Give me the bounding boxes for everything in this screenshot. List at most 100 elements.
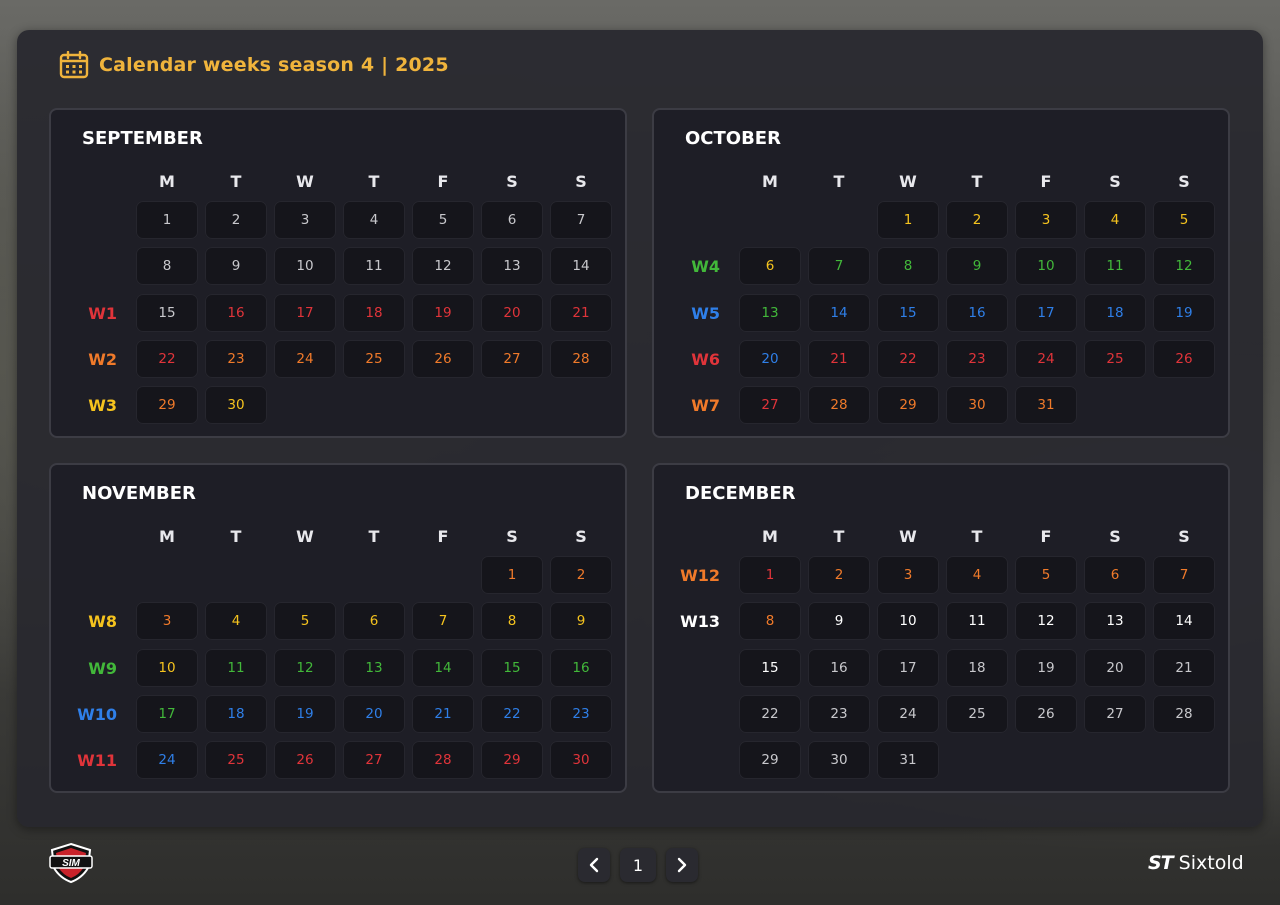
day-cell[interactable]: 2 bbox=[205, 201, 267, 239]
day-cell[interactable]: 4 bbox=[946, 556, 1008, 594]
day-cell[interactable]: 8 bbox=[136, 247, 198, 286]
day-cell[interactable]: 16 bbox=[946, 293, 1008, 332]
day-cell[interactable]: 11 bbox=[205, 648, 267, 687]
day-cell[interactable]: 6 bbox=[481, 201, 543, 239]
day-cell[interactable]: 17 bbox=[877, 648, 939, 687]
day-cell[interactable]: 25 bbox=[946, 694, 1008, 733]
day-cell[interactable]: 15 bbox=[739, 648, 801, 687]
day-cell[interactable]: 22 bbox=[136, 339, 198, 378]
day-cell[interactable]: 28 bbox=[1153, 694, 1215, 733]
day-cell[interactable]: 14 bbox=[1153, 602, 1215, 641]
day-cell[interactable]: 18 bbox=[343, 293, 405, 332]
day-cell[interactable]: 23 bbox=[205, 339, 267, 378]
day-cell[interactable]: 23 bbox=[550, 694, 612, 733]
day-cell[interactable]: 6 bbox=[739, 247, 801, 286]
day-cell[interactable]: 5 bbox=[1153, 201, 1215, 239]
day-cell[interactable]: 13 bbox=[739, 293, 801, 332]
day-cell[interactable]: 30 bbox=[205, 386, 267, 425]
day-cell[interactable]: 18 bbox=[946, 648, 1008, 687]
day-cell[interactable]: 10 bbox=[877, 602, 939, 641]
day-cell[interactable]: 19 bbox=[1153, 293, 1215, 332]
day-cell[interactable]: 2 bbox=[946, 201, 1008, 239]
day-cell[interactable]: 20 bbox=[739, 339, 801, 378]
day-cell[interactable]: 28 bbox=[550, 339, 612, 378]
day-cell[interactable]: 26 bbox=[1015, 694, 1077, 733]
day-cell[interactable]: 8 bbox=[877, 247, 939, 286]
day-cell[interactable]: 15 bbox=[481, 648, 543, 687]
day-cell[interactable]: 4 bbox=[343, 201, 405, 239]
day-cell[interactable]: 16 bbox=[550, 648, 612, 687]
day-cell[interactable]: 15 bbox=[877, 293, 939, 332]
day-cell[interactable]: 3 bbox=[1015, 201, 1077, 239]
day-cell[interactable]: 1 bbox=[136, 201, 198, 239]
day-cell[interactable]: 29 bbox=[481, 741, 543, 780]
day-cell[interactable]: 21 bbox=[808, 339, 870, 378]
day-cell[interactable]: 28 bbox=[412, 741, 474, 780]
day-cell[interactable]: 19 bbox=[1015, 648, 1077, 687]
day-cell[interactable]: 17 bbox=[136, 694, 198, 733]
day-cell[interactable]: 11 bbox=[1084, 247, 1146, 286]
day-cell[interactable]: 1 bbox=[739, 556, 801, 594]
day-cell[interactable]: 24 bbox=[877, 694, 939, 733]
day-cell[interactable]: 24 bbox=[136, 741, 198, 780]
day-cell[interactable]: 27 bbox=[481, 339, 543, 378]
day-cell[interactable]: 3 bbox=[136, 602, 198, 641]
day-cell[interactable]: 28 bbox=[808, 386, 870, 425]
next-page-button[interactable] bbox=[666, 848, 698, 882]
day-cell[interactable]: 16 bbox=[808, 648, 870, 687]
day-cell[interactable]: 5 bbox=[412, 201, 474, 239]
day-cell[interactable]: 7 bbox=[412, 602, 474, 641]
day-cell[interactable]: 13 bbox=[343, 648, 405, 687]
day-cell[interactable]: 22 bbox=[739, 694, 801, 733]
day-cell[interactable]: 20 bbox=[1084, 648, 1146, 687]
day-cell[interactable]: 20 bbox=[343, 694, 405, 733]
day-cell[interactable]: 27 bbox=[739, 386, 801, 425]
day-cell[interactable]: 26 bbox=[274, 741, 336, 780]
day-cell[interactable]: 27 bbox=[343, 741, 405, 780]
day-cell[interactable]: 29 bbox=[136, 386, 198, 425]
day-cell[interactable]: 31 bbox=[877, 741, 939, 780]
day-cell[interactable]: 14 bbox=[550, 247, 612, 286]
day-cell[interactable]: 9 bbox=[946, 247, 1008, 286]
day-cell[interactable]: 13 bbox=[1084, 602, 1146, 641]
day-cell[interactable]: 12 bbox=[274, 648, 336, 687]
day-cell[interactable]: 26 bbox=[1153, 339, 1215, 378]
day-cell[interactable]: 29 bbox=[739, 741, 801, 780]
day-cell[interactable]: 24 bbox=[274, 339, 336, 378]
day-cell[interactable]: 23 bbox=[808, 694, 870, 733]
day-cell[interactable]: 14 bbox=[412, 648, 474, 687]
day-cell[interactable]: 29 bbox=[877, 386, 939, 425]
day-cell[interactable]: 17 bbox=[274, 293, 336, 332]
day-cell[interactable]: 16 bbox=[205, 293, 267, 332]
day-cell[interactable]: 10 bbox=[274, 247, 336, 286]
day-cell[interactable]: 8 bbox=[739, 602, 801, 641]
day-cell[interactable]: 12 bbox=[1015, 602, 1077, 641]
day-cell[interactable]: 18 bbox=[1084, 293, 1146, 332]
day-cell[interactable]: 7 bbox=[550, 201, 612, 239]
day-cell[interactable]: 10 bbox=[1015, 247, 1077, 286]
day-cell[interactable]: 6 bbox=[343, 602, 405, 641]
day-cell[interactable]: 19 bbox=[274, 694, 336, 733]
day-cell[interactable]: 30 bbox=[946, 386, 1008, 425]
day-cell[interactable]: 27 bbox=[1084, 694, 1146, 733]
day-cell[interactable]: 19 bbox=[412, 293, 474, 332]
day-cell[interactable]: 13 bbox=[481, 247, 543, 286]
day-cell[interactable]: 9 bbox=[550, 602, 612, 641]
day-cell[interactable]: 30 bbox=[550, 741, 612, 780]
day-cell[interactable]: 9 bbox=[205, 247, 267, 286]
day-cell[interactable]: 5 bbox=[1015, 556, 1077, 594]
day-cell[interactable]: 15 bbox=[136, 293, 198, 332]
day-cell[interactable]: 12 bbox=[412, 247, 474, 286]
day-cell[interactable]: 2 bbox=[808, 556, 870, 594]
day-cell[interactable]: 11 bbox=[343, 247, 405, 286]
prev-page-button[interactable] bbox=[578, 848, 610, 882]
day-cell[interactable]: 3 bbox=[877, 556, 939, 594]
day-cell[interactable]: 18 bbox=[205, 694, 267, 733]
day-cell[interactable]: 3 bbox=[274, 201, 336, 239]
day-cell[interactable]: 31 bbox=[1015, 386, 1077, 425]
day-cell[interactable]: 20 bbox=[481, 293, 543, 332]
day-cell[interactable]: 21 bbox=[1153, 648, 1215, 687]
day-cell[interactable]: 1 bbox=[481, 556, 543, 594]
day-cell[interactable]: 22 bbox=[877, 339, 939, 378]
day-cell[interactable]: 6 bbox=[1084, 556, 1146, 594]
